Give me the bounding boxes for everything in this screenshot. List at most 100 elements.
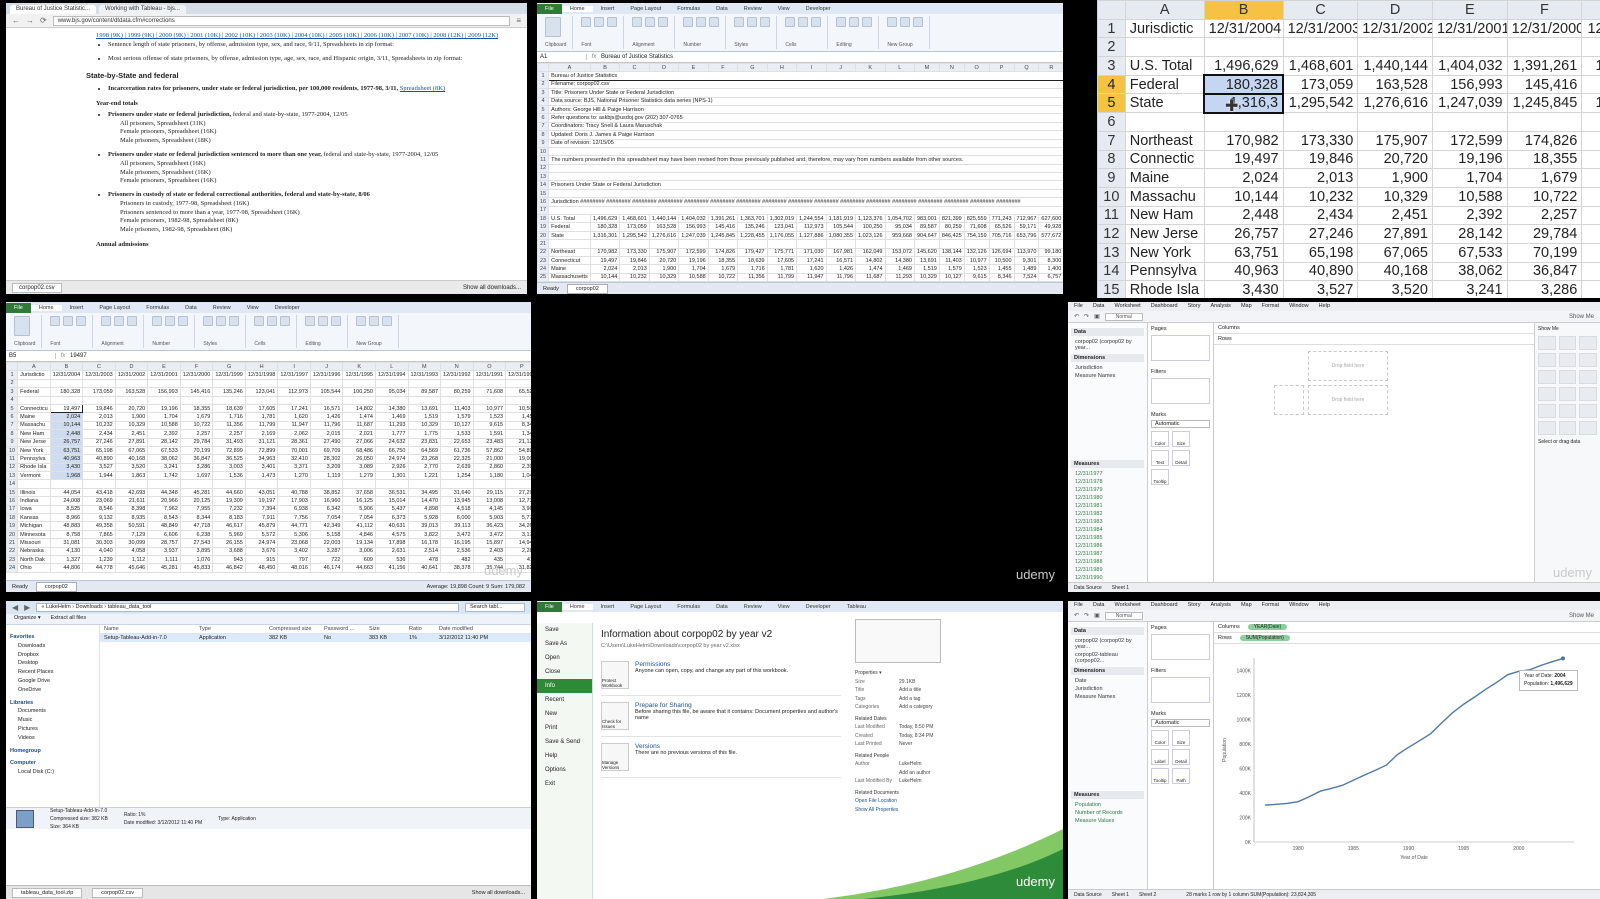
row-header[interactable]: 21 — [537, 239, 550, 249]
column-header[interactable]: K — [342, 361, 376, 372]
cell[interactable]: 2,448 — [1203, 205, 1284, 226]
cell[interactable]: 1,679 — [1506, 168, 1583, 188]
cell[interactable]: 1,245,845 — [1506, 93, 1583, 114]
cell[interactable]: 100,250 — [855, 222, 886, 232]
cell[interactable]: Northeast — [1124, 130, 1205, 151]
column-header[interactable]: B — [1203, 0, 1284, 20]
cell[interactable]: 15,897 — [472, 538, 507, 548]
column-header[interactable]: C — [82, 361, 116, 372]
cell[interactable]: 1,404,032 — [1431, 56, 1508, 76]
cell[interactable]: 67,065 — [114, 445, 149, 456]
cell[interactable]: 10,329 — [407, 420, 442, 431]
cell[interactable]: 29,784 — [179, 437, 214, 447]
cell[interactable]: 1,469 — [374, 412, 409, 422]
cell[interactable]: 21,128 — [505, 437, 531, 447]
cell[interactable] — [114, 378, 149, 389]
cell[interactable]: 1,697 — [179, 471, 214, 481]
property-value[interactable]: Add a tag — [899, 695, 920, 704]
cell[interactable]: 173,059 — [1282, 74, 1359, 95]
cell[interactable]: 40,890 — [82, 454, 116, 464]
cell[interactable]: Jurisdiction ######## ######## ######## … — [548, 197, 1063, 207]
ribbon-tab[interactable]: Insert — [62, 305, 92, 311]
column-header[interactable]: J — [309, 361, 344, 372]
ribbon-tab[interactable]: File — [6, 302, 31, 313]
column-header[interactable]: D — [1357, 0, 1433, 20]
spreadsheet-link[interactable]: Male prisoners, Spreadsheet (18K) — [120, 137, 513, 146]
cell[interactable]: 17,241 — [796, 255, 827, 266]
row-header[interactable]: 5 — [1097, 93, 1126, 114]
cell[interactable]: 17,898 — [374, 538, 409, 548]
cell[interactable]: 6,938 — [277, 504, 311, 515]
cell[interactable]: 712,967 — [1013, 214, 1040, 224]
cell[interactable] — [548, 205, 1063, 216]
menu-item[interactable]: Window — [1289, 303, 1309, 310]
show-all-downloads-link[interactable]: Show all downloads... — [472, 890, 525, 896]
cell[interactable]: 3,472 — [440, 529, 474, 540]
menu-item[interactable]: File — [1074, 602, 1083, 609]
cell[interactable]: 1,180 — [472, 471, 507, 481]
cell[interactable]: 17,605 — [766, 255, 798, 266]
cell[interactable]: Jurisdictio — [17, 370, 51, 380]
cell[interactable]: 69,709 — [309, 445, 344, 456]
cell[interactable] — [82, 395, 116, 405]
cell[interactable]: 156,993 — [678, 222, 709, 232]
cell[interactable]: 8,344 — [179, 513, 214, 523]
cell[interactable]: 40,168 — [1357, 261, 1433, 282]
cell[interactable] — [440, 378, 474, 389]
backstage-item[interactable]: Save & Send — [537, 735, 592, 749]
column-header[interactable]: C — [619, 62, 650, 73]
row-header[interactable]: 24 — [537, 264, 550, 274]
row-header[interactable]: 25 — [537, 272, 550, 283]
ribbon-button-icon[interactable] — [127, 316, 138, 326]
cell[interactable]: 10,588 — [1431, 186, 1508, 207]
cell[interactable]: 163,528 — [648, 222, 680, 232]
ribbon-button-icon[interactable] — [165, 316, 176, 326]
backstage-item[interactable]: Close — [537, 665, 592, 679]
cell[interactable]: 38,062 — [1431, 261, 1508, 282]
cell[interactable]: North Dak — [17, 554, 51, 565]
column-header[interactable]: B — [589, 62, 621, 73]
cell[interactable]: 30,099 — [114, 538, 149, 548]
cell[interactable]: 57,862 — [472, 445, 507, 456]
cell[interactable] — [648, 239, 680, 249]
row-header[interactable]: 1 — [1097, 18, 1126, 39]
cell[interactable]: 3,209 — [309, 462, 344, 473]
cell[interactable]: 1,119 — [309, 471, 344, 481]
cell[interactable]: 1,221 — [407, 471, 442, 481]
ribbon-button-icon[interactable] — [305, 316, 316, 326]
cell[interactable]: 2,013 — [1282, 168, 1359, 188]
cell[interactable]: Indiana — [17, 496, 51, 506]
ribbon-button-icon[interactable] — [747, 17, 758, 27]
cell[interactable]: 1,426 — [309, 412, 344, 422]
row-header[interactable]: 5 — [537, 104, 550, 115]
cell[interactable]: Prisoners Under State or Federal Jurisdi… — [548, 180, 1063, 190]
cell[interactable]: 70,199 — [179, 445, 214, 456]
cell[interactable]: 959,668 — [884, 230, 915, 241]
cell[interactable]: 30,303 — [82, 538, 116, 548]
cell[interactable]: 105,544 — [309, 387, 344, 397]
cell[interactable]: Coordinators: Tracy Snell & Laura Marusc… — [548, 121, 1063, 132]
cell[interactable]: 174,826 — [707, 247, 739, 258]
cell[interactable]: 38,852 — [309, 487, 344, 498]
menu-item[interactable]: Window — [1289, 602, 1309, 609]
row-header[interactable]: 6 — [1097, 112, 1126, 132]
cell[interactable]: 39,113 — [440, 521, 474, 531]
cell[interactable] — [1124, 112, 1205, 132]
open-file-location-link[interactable]: Open File Location — [855, 797, 975, 806]
cell[interactable]: 2,403 — [472, 546, 507, 557]
cell[interactable]: 20,966 — [147, 496, 181, 506]
row-header[interactable]: 11 — [537, 155, 550, 165]
cell[interactable]: 10,144 — [49, 420, 84, 431]
cell[interactable]: 23,069 — [82, 496, 116, 506]
sheet-tab[interactable]: Sheet 2 — [1139, 892, 1156, 898]
fx-icon[interactable]: fx — [587, 54, 601, 60]
cell[interactable]: 1,245,845 — [707, 230, 739, 241]
cell[interactable]: 1,316,3 — [1203, 92, 1285, 114]
cell[interactable]: 18,639 — [212, 403, 246, 414]
data-source[interactable]: corpop02 (corpop02 by year... — [1071, 338, 1144, 352]
chart-type-icon[interactable] — [1538, 370, 1556, 384]
ribbon-button-icon[interactable] — [267, 316, 278, 326]
cell[interactable]: 7,756 — [277, 513, 311, 523]
row-header[interactable]: 1 — [537, 71, 550, 81]
cell[interactable]: 1,716 — [212, 412, 246, 422]
